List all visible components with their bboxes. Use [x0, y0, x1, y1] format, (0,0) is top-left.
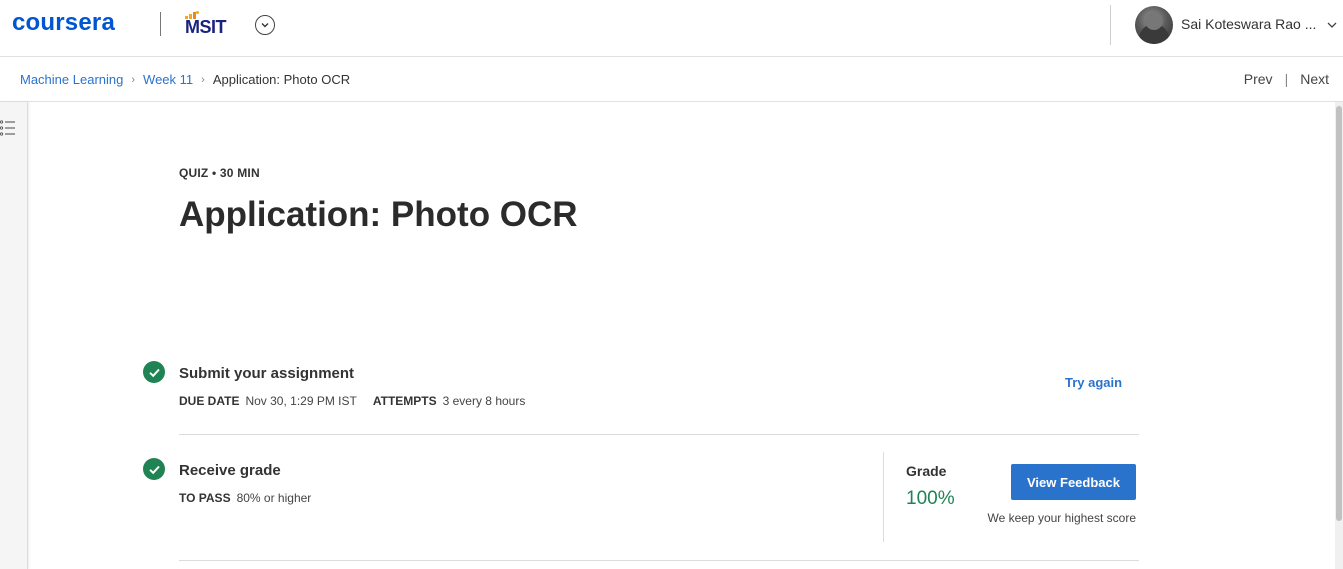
prev-button[interactable]: Prev	[1244, 71, 1273, 87]
partner-logo[interactable]: MSIT	[183, 9, 239, 37]
institution-menu-button[interactable]	[255, 15, 275, 35]
user-divider	[1110, 5, 1111, 45]
check-circle-icon	[143, 361, 165, 383]
user-menu-chevron-down-icon[interactable]	[1325, 18, 1339, 32]
breadcrumb-current: Application: Photo OCR	[212, 72, 351, 87]
submit-step-title: Submit your assignment	[179, 365, 355, 382]
chevron-right-icon: ›	[201, 73, 205, 86]
quiz-meta: QUIZ • 30 MIN	[179, 166, 260, 180]
breadcrumb-course-link[interactable]: Machine Learning	[20, 72, 123, 87]
avatar[interactable]	[1135, 6, 1173, 44]
section-divider	[179, 434, 1139, 435]
logo-divider	[160, 12, 161, 36]
left-sidebar-rail	[0, 102, 28, 569]
attempts-label: ATTEMPTS	[372, 394, 437, 408]
chevron-down-icon	[261, 23, 269, 28]
page-title: Application: Photo OCR	[179, 195, 578, 234]
breadcrumb-week-link[interactable]: Week 11	[143, 72, 193, 87]
to-pass-value: 80% or higher	[236, 491, 312, 505]
to-pass-label: TO PASS	[179, 491, 231, 505]
view-feedback-button[interactable]: View Feedback	[1011, 464, 1136, 500]
main-content: QUIZ • 30 MIN Application: Photo OCR Sub…	[29, 102, 1335, 569]
prev-next-nav: Prev | Next	[1244, 71, 1329, 87]
page-scrollbar[interactable]	[1335, 102, 1343, 569]
nav-separator: |	[1284, 71, 1289, 87]
breadcrumb-bar: Machine Learning › Week 11 › Application…	[0, 57, 1343, 102]
check-circle-icon	[143, 458, 165, 480]
due-date-value: Nov 30, 1:29 PM IST	[245, 394, 357, 408]
grade-label: Grade	[906, 463, 947, 479]
breadcrumb: Machine Learning › Week 11 › Application…	[20, 72, 350, 87]
grade-step-details: TO PASS 80% or higher	[179, 491, 311, 505]
coursera-logo[interactable]: coursera	[12, 9, 115, 37]
grade-step-title: Receive grade	[179, 462, 281, 479]
due-date-label: DUE DATE	[179, 394, 240, 408]
next-button[interactable]: Next	[1300, 71, 1329, 87]
top-header: coursera MSIT Sai Koteswara Rao ...	[0, 0, 1343, 57]
grade-value: 100%	[906, 488, 955, 509]
user-name[interactable]: Sai Koteswara Rao ...	[1181, 16, 1316, 32]
grade-divider	[883, 452, 884, 542]
partner-logo-text: MSIT	[185, 17, 227, 37]
scrollbar-thumb[interactable]	[1336, 106, 1342, 521]
section-divider	[179, 560, 1139, 561]
attempts-value: 3 every 8 hours	[442, 394, 526, 408]
try-again-link[interactable]: Try again	[1065, 375, 1122, 390]
list-menu-icon[interactable]	[0, 119, 16, 137]
submit-step-details: DUE DATE Nov 30, 1:29 PM IST ATTEMPTS 3 eve…	[179, 394, 525, 408]
highest-score-note: We keep your highest score	[987, 511, 1136, 525]
chevron-right-icon: ›	[131, 73, 136, 86]
